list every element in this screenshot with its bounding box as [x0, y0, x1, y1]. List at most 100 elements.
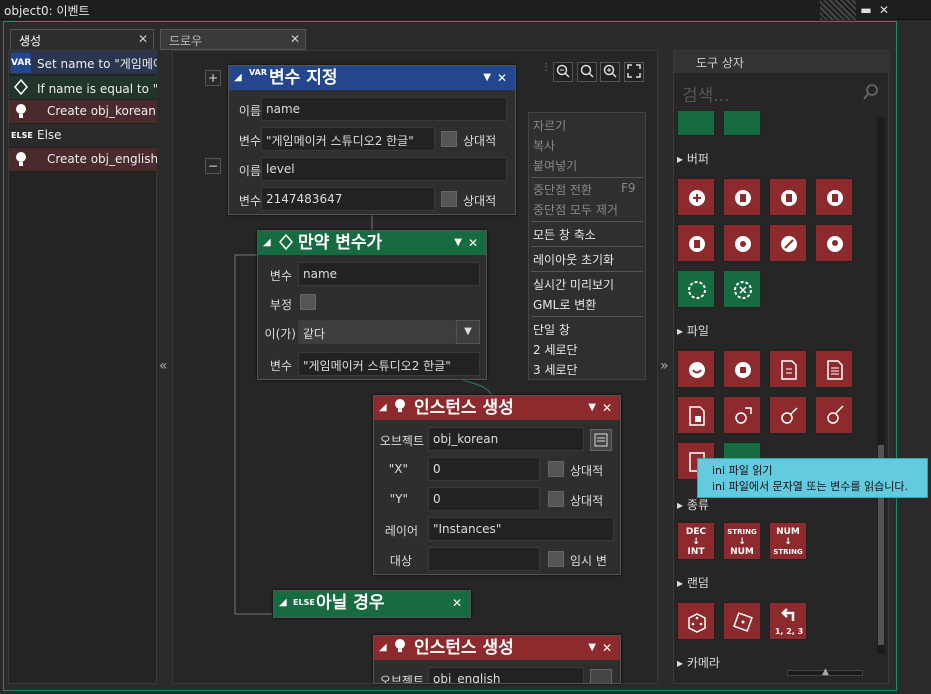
- menu-item-cut[interactable]: 자르기: [533, 117, 566, 134]
- toolbox-search-input[interactable]: 검색...: [682, 81, 878, 106]
- collapse-triangle-icon[interactable]: ◢: [234, 66, 242, 90]
- buffer-write-icon[interactable]: [815, 178, 853, 216]
- node-close-icon[interactable]: ✕: [452, 591, 462, 615]
- slider-thumb-icon[interactable]: ▲: [822, 667, 829, 677]
- menu-item-copy[interactable]: 복사: [533, 137, 555, 154]
- node-close-icon[interactable]: ✕: [602, 636, 612, 660]
- menu-item-paste[interactable]: 붙여넣기: [533, 157, 577, 174]
- name-field[interactable]: name: [261, 97, 507, 121]
- y-field[interactable]: 0: [428, 487, 540, 511]
- node-close-icon[interactable]: ✕: [497, 66, 507, 90]
- toolbox-action-button[interactable]: [723, 110, 761, 136]
- collapse-triangle-icon[interactable]: ◢: [263, 231, 271, 255]
- relative-checkbox[interactable]: [441, 131, 457, 147]
- value-field[interactable]: "게임메이커 스튜디오2 한글": [298, 352, 480, 376]
- x-field[interactable]: 0: [428, 457, 540, 481]
- collapse-button[interactable]: −: [205, 158, 221, 174]
- node-header[interactable]: ◢ 인스턴스 생성 ▼ ✕: [374, 396, 620, 420]
- chevron-down-icon[interactable]: ▼: [456, 320, 480, 344]
- tab-draw[interactable]: 드로우 ✕: [160, 29, 306, 50]
- grip-handle-icon[interactable]: ⋮: [541, 62, 551, 82]
- buffer-resize-icon[interactable]: [769, 224, 807, 262]
- zoom-in-icon[interactable]: [600, 62, 620, 82]
- menu-item-single-window[interactable]: 단일 창: [533, 321, 570, 338]
- section-header-type[interactable]: ▸ 종류: [677, 496, 709, 513]
- relative-checkbox[interactable]: [441, 191, 457, 207]
- variable-field[interactable]: name: [298, 262, 480, 286]
- fit-screen-icon[interactable]: [624, 62, 644, 82]
- name-field[interactable]: level: [261, 157, 507, 181]
- buffer-create-icon[interactable]: [677, 178, 715, 216]
- node-close-icon[interactable]: ✕: [468, 231, 478, 255]
- set-variable-node[interactable]: ◢ VAR 변수 지정 ▼ ✕ 이름 name 변수 "게임메이커 스튜디오2 …: [228, 65, 516, 215]
- else-node[interactable]: ◢ ELSE 아닐 경우 ✕: [273, 590, 471, 618]
- dice-icon[interactable]: [677, 602, 715, 640]
- collapse-triangle-icon[interactable]: ◢: [379, 636, 387, 660]
- string-to-num-button[interactable]: STRING ↓ NUM: [723, 522, 761, 560]
- file-import-icon[interactable]: [769, 396, 807, 434]
- list-item[interactable]: Create obj_english a: [9, 148, 157, 172]
- temp-var-checkbox[interactable]: [548, 551, 564, 567]
- menu-item-two-columns[interactable]: 2 세로단: [533, 341, 578, 358]
- dropdown-arrow-icon[interactable]: ▼: [588, 396, 596, 420]
- choose-icon[interactable]: 1, 2, 3: [769, 602, 807, 640]
- num-to-string-button[interactable]: NUM ↓ STRING: [769, 522, 807, 560]
- dropdown-arrow-icon[interactable]: ▼: [454, 231, 462, 255]
- list-item[interactable]: VAR Set name to "게임메이: [9, 51, 157, 75]
- node-header[interactable]: ◢ VAR 변수 지정 ▼ ✕: [229, 66, 515, 90]
- list-item[interactable]: Create obj_korean a: [9, 100, 157, 124]
- collapse-triangle-icon[interactable]: ◢: [379, 396, 387, 420]
- expand-button[interactable]: +: [205, 70, 221, 86]
- close-window-button[interactable]: ✕: [876, 2, 892, 18]
- section-header-file[interactable]: ▸ 파일: [677, 322, 709, 339]
- buffer-save-icon[interactable]: [677, 224, 715, 262]
- layer-field[interactable]: "Instances": [428, 517, 614, 541]
- object-field[interactable]: obj_english: [428, 667, 584, 683]
- target-field[interactable]: [428, 547, 540, 571]
- section-header-camera[interactable]: ▸ 카메라: [677, 654, 720, 671]
- file-export-icon[interactable]: [723, 396, 761, 434]
- buffer-exists-icon[interactable]: [677, 270, 715, 308]
- search-icon[interactable]: [862, 83, 880, 104]
- object-picker-icon[interactable]: [590, 429, 612, 451]
- toolbox-scrollbar[interactable]: [877, 117, 885, 654]
- file-delete-icon[interactable]: [677, 396, 715, 434]
- node-header[interactable]: ◢ ELSE 아닐 경우 ✕: [274, 591, 470, 617]
- buffer-load-icon[interactable]: [723, 224, 761, 262]
- file-open-icon[interactable]: [677, 350, 715, 388]
- file-text-icon[interactable]: [769, 350, 807, 388]
- value-field[interactable]: "게임메이커 스튜디오2 한글": [261, 127, 435, 151]
- tab-create-close-icon[interactable]: ✕: [138, 32, 148, 46]
- tab-draw-close-icon[interactable]: ✕: [290, 32, 300, 46]
- drag-grip[interactable]: [820, 0, 856, 20]
- section-header-random[interactable]: ▸ 랜덤: [677, 574, 709, 591]
- object-picker-icon[interactable]: [590, 669, 612, 683]
- collapse-triangle-icon[interactable]: ◢: [279, 591, 287, 615]
- node-header[interactable]: ◢ 인스턴스 생성 ▼ ✕: [374, 636, 620, 660]
- dropdown-arrow-icon[interactable]: ▼: [588, 636, 596, 660]
- list-item[interactable]: If name is equal to "게: [9, 76, 157, 100]
- menu-item-convert-gml[interactable]: GML로 변환: [533, 296, 596, 313]
- dropdown-arrow-icon[interactable]: ▼: [483, 66, 491, 90]
- menu-item-live-preview[interactable]: 실시간 미리보기: [533, 276, 614, 293]
- node-close-icon[interactable]: ✕: [602, 396, 612, 420]
- list-item[interactable]: ELSE Else: [9, 124, 157, 148]
- menu-item-collapse-all[interactable]: 모든 창 축소: [533, 226, 596, 243]
- buffer-copy-icon[interactable]: [723, 178, 761, 216]
- buffer-delete-icon[interactable]: [769, 178, 807, 216]
- toolbox-action-button[interactable]: [677, 110, 715, 136]
- create-instance-node[interactable]: ◢ 인스턴스 생성 ▼ ✕ 오브젝트 obj_korean "X" 0 상대적 …: [373, 395, 621, 575]
- random-dice-icon[interactable]: [723, 602, 761, 640]
- create-instance-node[interactable]: ◢ 인스턴스 생성 ▼ ✕ 오브젝트 obj_english: [373, 635, 621, 684]
- relative-checkbox[interactable]: [548, 461, 564, 477]
- minimize-button[interactable]: ▬: [858, 2, 874, 18]
- buffer-not-exists-icon[interactable]: [723, 270, 761, 308]
- menu-item-three-columns[interactable]: 3 세로단: [533, 361, 578, 378]
- zoom-reset-icon[interactable]: [577, 62, 597, 82]
- zoom-out-icon[interactable]: [553, 62, 573, 82]
- menu-item-toggle-breakpoint[interactable]: 중단점 전환: [533, 181, 592, 198]
- file-edit-icon[interactable]: [815, 396, 853, 434]
- menu-item-remove-breakpoints[interactable]: 중단점 모두 제거: [533, 201, 618, 218]
- relative-checkbox[interactable]: [548, 491, 564, 507]
- object-field[interactable]: obj_korean: [428, 427, 584, 451]
